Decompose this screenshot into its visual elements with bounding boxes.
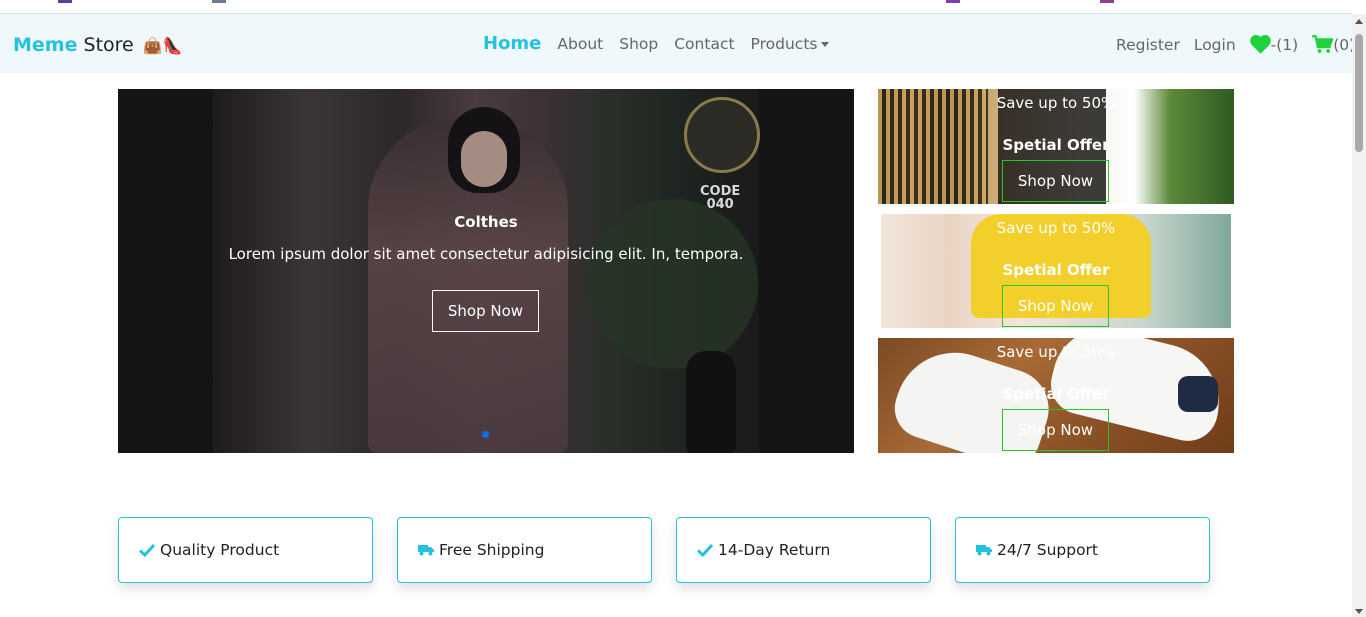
bookmark-icon[interactable] (946, 0, 960, 3)
hero-carousel[interactable]: CODE 040 Colthes Lorem ipsum dolor sit a… (118, 89, 854, 453)
feature-card-return: 14-Day Return (676, 517, 931, 583)
brand-name-accent: Meme (13, 34, 78, 56)
hero-shop-now-button[interactable]: Shop Now (432, 290, 539, 332)
hero-title: Colthes (454, 213, 518, 231)
login-link[interactable]: Login (1194, 36, 1236, 54)
wishlist-count: -(1) (1270, 35, 1299, 54)
bookmark-icon[interactable] (58, 0, 72, 3)
feature-label: Free Shipping (439, 541, 545, 559)
bookmark-icon[interactable] (212, 0, 226, 3)
navbar: Meme Store 👜👠 Home About Shop Contact Pr… (0, 14, 1355, 73)
nav-dropdown-products[interactable]: Products (751, 35, 830, 53)
register-link[interactable]: Register (1116, 36, 1180, 54)
wishlist-button[interactable]: -(1) (1249, 35, 1299, 54)
offer-title: Spetial Offer (1002, 385, 1110, 403)
truck-icon (418, 545, 434, 556)
cart-icon (1312, 35, 1334, 53)
carousel-indicator[interactable] (482, 431, 489, 438)
offer-title: Spetial Offer (1002, 261, 1110, 279)
vase-decoration (686, 351, 736, 453)
offer-discount: Save up to 50% (996, 94, 1116, 112)
main-nav: Home About Shop Contact Products (483, 33, 845, 54)
heart-icon (1249, 35, 1271, 54)
offer-card-shoes[interactable]: Save up to 50% Spetial Offer Shop Now (878, 338, 1234, 453)
scroll-up-icon[interactable] (1355, 19, 1363, 24)
page-scrollbar[interactable] (1352, 14, 1366, 617)
feature-label: Quality Product (160, 541, 280, 559)
nav-dropdown-products-label: Products (750, 35, 818, 53)
cart-button[interactable]: (0) (1312, 35, 1355, 54)
brand-seal-logo (684, 97, 760, 173)
offer-card-clothes[interactable]: Save up to 50% Spetial Offer Shop Now (878, 89, 1234, 204)
nav-account: Register Login -(1) (0) (1116, 35, 1366, 54)
nav-link-contact[interactable]: Contact (674, 35, 734, 53)
offer-shop-now-button[interactable]: Shop Now (1002, 160, 1109, 202)
offer-shop-now-button[interactable]: Shop Now (1002, 285, 1109, 327)
offer-shop-now-button[interactable]: Shop Now (1002, 409, 1109, 451)
feature-card-quality: Quality Product (118, 517, 373, 583)
feature-card-shipping: Free Shipping (397, 517, 652, 583)
hero-text: Lorem ipsum dolor sit amet consectetur a… (228, 245, 744, 263)
truck-icon (976, 545, 992, 556)
scroll-thumb[interactable] (1355, 34, 1363, 152)
feature-label: 24/7 Support (997, 541, 1099, 559)
check-icon (139, 543, 155, 557)
features-row: Quality Product Free Shipping 14-Day Ret… (118, 517, 1234, 583)
brand-logo[interactable]: Meme Store 👜👠 (13, 34, 183, 56)
code-badge: CODE 040 (700, 184, 741, 212)
feature-label: 14-Day Return (718, 541, 831, 559)
brand-name-rest: Store (83, 34, 134, 56)
bag-heel-emoji-icon: 👜👠 (142, 36, 183, 55)
nav-link-home[interactable]: Home (483, 33, 541, 54)
offer-discount: Save up to 50% (996, 219, 1116, 237)
bookmark-icon[interactable] (1100, 0, 1114, 3)
model-face (461, 131, 507, 187)
caret-down-icon (821, 42, 830, 47)
browser-bookmarks-strip (0, 0, 1352, 14)
feature-card-support: 24/7 Support (955, 517, 1210, 583)
offer-title: Spetial Offer (1002, 136, 1110, 154)
offer-card-bag[interactable]: Save up to 50% Spetial Offer Shop Now (881, 214, 1231, 328)
offer-discount: Save up to 50% (996, 343, 1116, 361)
nav-link-about[interactable]: About (557, 35, 603, 53)
check-icon (697, 543, 713, 557)
nav-link-shop[interactable]: Shop (619, 35, 658, 53)
scroll-down-icon[interactable] (1355, 609, 1363, 614)
